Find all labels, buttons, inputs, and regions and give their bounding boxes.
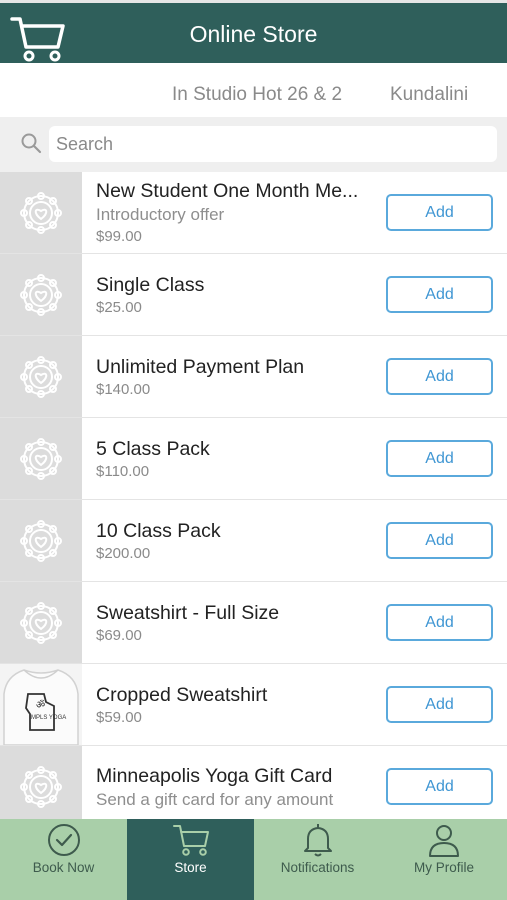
product-price: $99.00 [96,228,142,245]
product-name: Sweatshirt - Full Size [96,601,280,624]
nav-book-now[interactable]: Book Now [0,819,127,900]
product-row[interactable]: 10 Class Pack $200.00 Add [0,500,507,582]
product-price: $140.00 [96,380,151,398]
search-input[interactable] [49,126,497,162]
bottom-nav: Book Now Store Notifications My Profile [0,819,507,900]
add-button[interactable]: Add [386,768,493,805]
add-button[interactable]: Add [386,276,493,313]
svg-text:ॐ: ॐ [36,699,45,711]
person-icon [429,825,459,857]
product-row[interactable]: ॐ MPLS YOGA Cropped Sweatshirt $59.00 Ad… [0,664,507,746]
product-row[interactable]: Minneapolis Yoga Gift Card Send a gift c… [0,746,507,819]
nav-label: Store [174,860,207,875]
nav-label: Book Now [32,860,95,875]
lotus-logo-icon [0,172,82,253]
product-name: Unlimited Payment Plan [96,355,305,378]
add-button[interactable]: Add [386,194,493,231]
check-circle-icon [47,824,80,856]
nav-label: My Profile [413,860,474,875]
product-price: $69.00 [96,626,142,644]
product-row[interactable]: 5 Class Pack $110.00 Add [0,418,507,500]
product-price: $200.00 [96,544,151,562]
product-row[interactable]: Single Class $25.00 Add [0,254,507,336]
product-name: New Student One Month Me... [96,180,359,202]
tab-in-studio-hot[interactable]: In Studio Hot 26 & 2 [172,84,342,106]
product-price: $110.00 [96,462,150,480]
sweatshirt-print-text: MPLS YOGA [31,715,66,721]
shopping-cart-icon [172,825,209,856]
add-button[interactable]: Add [386,686,493,723]
sweatshirt-photo: ॐ MPLS YOGA [0,664,82,745]
tab-kundalini[interactable]: Kundalini [390,84,468,106]
add-button[interactable]: Add [386,440,493,477]
nav-label: Notifications [280,860,355,875]
app-header: Online Store [0,0,507,63]
lotus-logo-icon [0,254,82,335]
lotus-logo-icon [0,336,82,417]
category-tabs: In Studio Hot 26 & 2 Kundalini [0,63,507,117]
product-price: $25.00 [96,298,142,316]
add-button[interactable]: Add [386,604,493,641]
product-name: Cropped Sweatshirt [96,683,268,706]
product-price: $59.00 [96,708,142,726]
lotus-logo-icon [0,746,82,819]
lotus-logo-icon [0,418,82,499]
product-list: New Student One Month Me... Introductory… [0,172,507,819]
product-row[interactable]: New Student One Month Me... Introductory… [0,172,507,254]
product-name: Single Class [96,273,205,296]
bell-icon [303,824,332,857]
nav-notifications[interactable]: Notifications [254,819,381,900]
product-subtitle: Introductory offer [96,205,225,224]
lotus-logo-icon [0,500,82,581]
search-icon [21,133,42,154]
add-button[interactable]: Add [386,522,493,559]
product-name: 5 Class Pack [96,437,210,460]
search-bar [0,117,507,172]
product-row[interactable]: Sweatshirt - Full Size $69.00 Add [0,582,507,664]
add-button[interactable]: Add [386,358,493,395]
nav-store[interactable]: Store [127,819,254,900]
product-name: Minneapolis Yoga Gift Card [96,764,333,787]
product-name: 10 Class Pack [96,519,221,542]
page-title: Online Store [189,21,318,47]
lotus-logo-icon [0,582,82,663]
nav-my-profile[interactable]: My Profile [381,819,507,900]
product-subtitle: Send a gift card for any amount [96,789,334,809]
product-row[interactable]: Unlimited Payment Plan $140.00 Add [0,336,507,418]
